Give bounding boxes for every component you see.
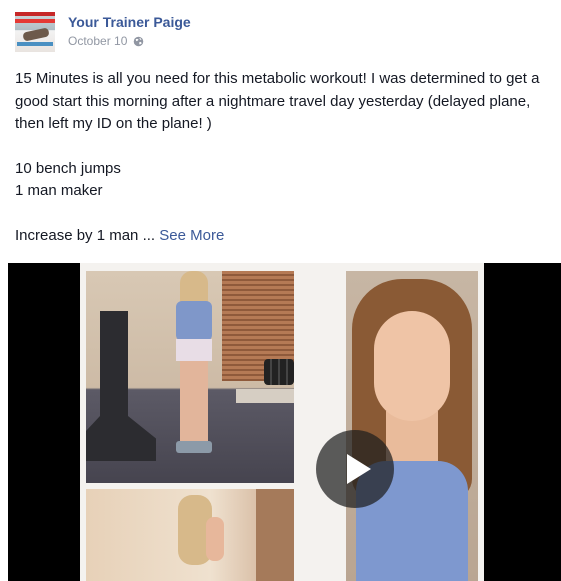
play-button[interactable] bbox=[316, 430, 394, 508]
truncated-text: Increase by 1 man ... bbox=[15, 226, 156, 244]
see-more-link[interactable]: See More bbox=[159, 227, 224, 244]
author-name-link[interactable]: Your Trainer Paige bbox=[68, 14, 191, 30]
author-avatar[interactable] bbox=[15, 12, 55, 52]
video-thumbnail bbox=[80, 263, 484, 581]
thumbnail-face-panel bbox=[346, 271, 478, 581]
post-meta: October 10 bbox=[68, 34, 144, 48]
post-text: 15 Minutes is all you need for this meta… bbox=[15, 68, 555, 247]
post-paragraph: 15 Minutes is all you need for this meta… bbox=[15, 70, 540, 132]
post-line: 1 man maker bbox=[15, 182, 103, 199]
post-line: 10 bench jumps bbox=[15, 159, 121, 177]
globe-icon[interactable] bbox=[133, 36, 144, 47]
thumbnail-gym-panel bbox=[86, 271, 294, 483]
thumbnail-bottom-panel bbox=[86, 489, 294, 581]
post-line-truncated: Increase by 1 man ... See More bbox=[15, 225, 555, 248]
post-date-link[interactable]: October 10 bbox=[68, 34, 127, 48]
play-icon bbox=[347, 454, 371, 484]
video-player[interactable] bbox=[8, 263, 561, 581]
